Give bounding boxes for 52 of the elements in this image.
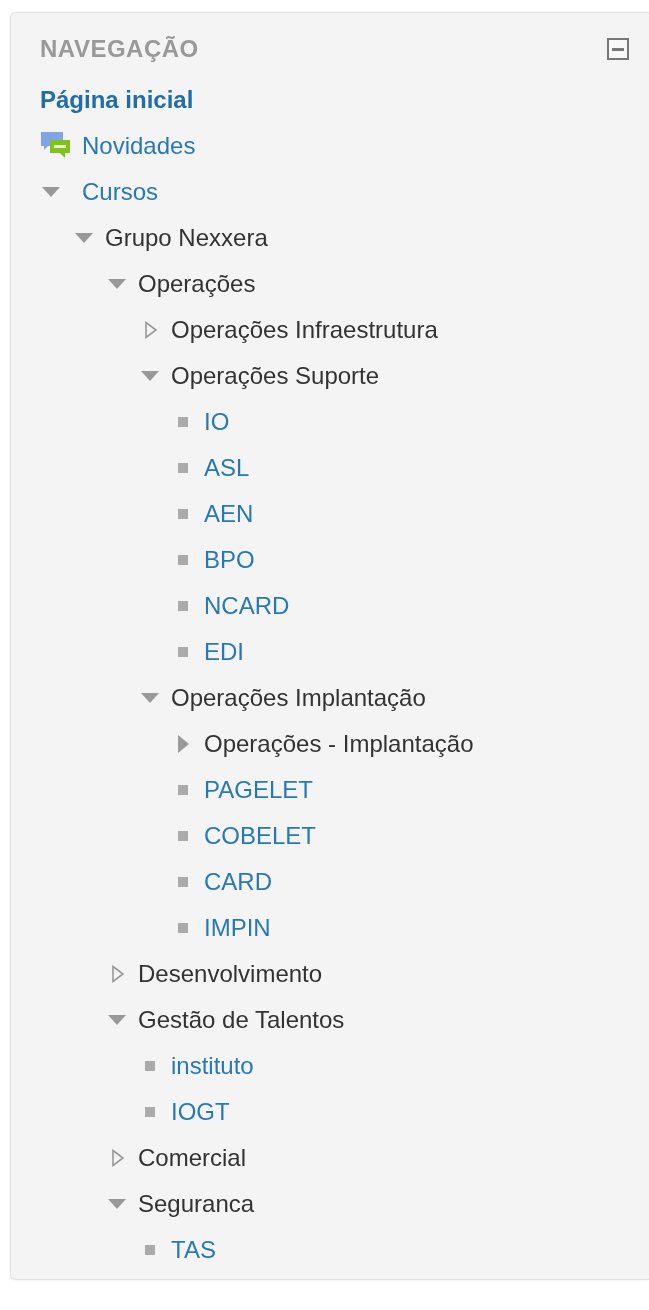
course-link[interactable]: IOGT [171, 1098, 230, 1126]
course-link[interactable]: IO [204, 408, 230, 436]
expanded-arrow-icon[interactable] [141, 693, 159, 703]
course-link[interactable]: ASL [204, 454, 250, 482]
tree-item[interactable]: Comercial [138, 1144, 247, 1172]
home-link[interactable]: Página inicial [40, 86, 194, 114]
tree-item[interactable]: Operações - Implantação [204, 730, 474, 758]
tree-item[interactable]: Grupo Nexxera [105, 224, 268, 252]
bullet-icon [178, 417, 188, 427]
tree-item[interactable]: Gestão de Talentos [138, 1006, 345, 1034]
collapsed-arrow-icon[interactable] [178, 735, 189, 753]
collapsed-arrow-icon[interactable] [145, 321, 157, 339]
bullet-icon [178, 831, 188, 841]
expanded-arrow-icon[interactable] [108, 1015, 126, 1025]
course-link[interactable]: NCARD [204, 592, 290, 620]
course-link[interactable]: EDI [204, 638, 244, 666]
bullet-icon [178, 509, 188, 519]
collapsed-arrow-icon[interactable] [112, 1149, 124, 1167]
tree-item[interactable]: Seguranca [138, 1190, 255, 1218]
course-link[interactable]: COBELET [204, 822, 317, 850]
tree-item[interactable]: Operações Implantação [171, 684, 426, 712]
bullet-icon [145, 1061, 155, 1071]
block-title: NAVEGAÇÃO [40, 35, 199, 63]
tree-link[interactable]: Cursos [82, 178, 159, 206]
bullet-icon [178, 923, 188, 933]
tree-item[interactable]: Operações [138, 270, 256, 298]
collapsed-arrow-icon[interactable] [112, 965, 124, 983]
tree-item[interactable]: Operações Infraestrutura [171, 316, 438, 344]
expanded-arrow-icon[interactable] [108, 1199, 126, 1209]
bullet-icon [178, 463, 188, 473]
bullet-icon [178, 785, 188, 795]
bullet-icon [178, 601, 188, 611]
bullet-icon [145, 1245, 155, 1255]
course-link[interactable]: TAS [171, 1236, 216, 1264]
tree-item[interactable]: Desenvolvimento [138, 960, 323, 988]
course-link[interactable]: AEN [204, 500, 254, 528]
expanded-arrow-icon[interactable] [75, 233, 93, 243]
course-link[interactable]: IMPIN [204, 914, 271, 942]
bullet-icon [145, 1107, 155, 1117]
course-link[interactable]: BPO [204, 546, 255, 574]
bullet-icon [178, 555, 188, 565]
expanded-arrow-icon[interactable] [141, 371, 159, 381]
bullet-icon [178, 877, 188, 887]
forum-link[interactable]: Novidades [82, 132, 196, 160]
collapse-icon[interactable] [607, 38, 629, 60]
course-link[interactable]: instituto [171, 1052, 254, 1080]
course-link[interactable]: CARD [204, 868, 272, 896]
expanded-arrow-icon[interactable] [42, 187, 60, 197]
expanded-arrow-icon[interactable] [108, 279, 126, 289]
bullet-icon [178, 647, 188, 657]
tree-item[interactable]: Operações Suporte [171, 362, 380, 390]
course-link[interactable]: PAGELET [204, 776, 313, 804]
